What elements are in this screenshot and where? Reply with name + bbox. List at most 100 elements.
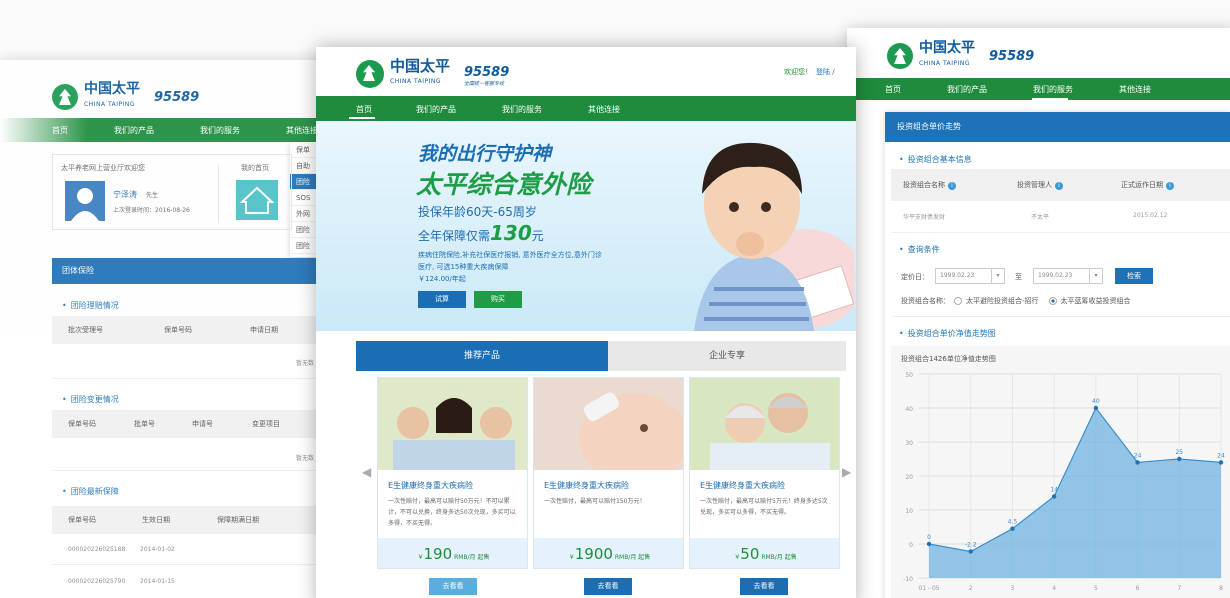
y-tick-label: 40 xyxy=(905,406,913,413)
last-login: 上次登录时间：2016-08-26 xyxy=(113,207,190,214)
nav-services[interactable]: 我们的服务 xyxy=(1033,84,1073,95)
member-portal-page: 中国太平 CHINA TAIPING 95589 首页 我们的产品 我们的服务 其… xyxy=(0,60,350,598)
tab-recommended[interactable]: 推荐产品 xyxy=(356,341,608,371)
col: 正式运作日期 xyxy=(1121,181,1163,189)
login-link[interactable]: 登陆 xyxy=(816,68,830,76)
see-more-button[interactable]: 去看看 xyxy=(429,578,477,595)
product-title: E生健康终身重大疾病险 xyxy=(388,481,474,490)
divider xyxy=(52,564,350,565)
main-nav: 首页 我们的产品 我们的服务 其他连接 xyxy=(316,96,856,121)
y-tick-label: 30 xyxy=(905,440,913,447)
search-button[interactable]: 检索 xyxy=(1115,268,1153,284)
claims-header: 批次受理号 保单号码 申请日期 xyxy=(52,316,350,344)
logo-en: CHINA TAIPING xyxy=(390,78,442,85)
hero-line1: 我的出行守护神 xyxy=(418,143,552,165)
chevron-right-icon[interactable]: ▶ xyxy=(842,465,851,479)
hero-price-line: 全年保障仅需130元 xyxy=(418,221,544,245)
product-card[interactable]: E生健康终身重大疾病险 一次性赔付，最高可以赔付150万元！ ￥1900 RMB… xyxy=(533,377,684,569)
section-bar: 投资组合单价走势 xyxy=(885,112,1230,142)
divider xyxy=(52,470,350,471)
basic-info-header: 投资组合名称 i 投资管理人 i 正式运作日期 i xyxy=(891,169,1230,201)
logo[interactable]: 中国太平 CHINA TAIPING 95589 xyxy=(887,41,1034,71)
changes-header: 保单号码 批单号 申请号 变更项目 xyxy=(52,410,350,438)
cell: 2015.02.12 xyxy=(1133,212,1168,219)
cell: 不太平 xyxy=(1031,214,1050,221)
product-card[interactable]: E生健康终身重大疾病险 一次性赔付，最高可以赔付5万元！终身多达5次兑现，多买可… xyxy=(689,377,840,569)
col: 申请日期 xyxy=(250,326,278,334)
product-title: E生健康终身重大疾病险 xyxy=(544,481,630,490)
active-indicator xyxy=(349,117,375,119)
hotline: 95589 xyxy=(464,65,510,80)
table-row[interactable]: 000020226025188 2014-01-02 xyxy=(52,540,350,562)
query-title: 查询条件 xyxy=(899,244,940,255)
data-label: 24 xyxy=(1217,452,1225,459)
buy-button[interactable]: 购买 xyxy=(474,291,522,308)
date-to-input[interactable]: 1999.02.23 xyxy=(1033,268,1091,284)
radio-opt2[interactable] xyxy=(1048,297,1057,305)
info-icon[interactable]: i xyxy=(1055,182,1063,190)
tab-enterprise[interactable]: 企业专享 xyxy=(608,341,846,371)
y-tick-label: 20 xyxy=(905,474,913,481)
trend-chart: -10 0 10 20 30 40 50 01 - 05 2 3 4 5 6 7 8 0 -2.2 4.5 14 40… xyxy=(903,372,1225,592)
product-price: ￥1900 RMB/月 起售 xyxy=(534,538,683,568)
table-row: 华平支财债发财 不太平 2015.02.12 xyxy=(891,204,1230,228)
info-icon[interactable]: i xyxy=(1166,182,1174,190)
data-point xyxy=(1010,526,1015,531)
logo-en: CHINA TAIPING xyxy=(84,101,136,108)
chevron-down-icon[interactable]: ▾ xyxy=(1089,268,1103,284)
collage: 中国太平 CHINA TAIPING 95589 首页 我们的产品 我们的服务 其… xyxy=(0,0,1230,598)
col: 生效日期 xyxy=(142,516,170,524)
y-tick-label: 0 xyxy=(909,542,913,549)
welcome-bar: 欢迎您！ 登陆 / xyxy=(784,68,835,76)
nav-products[interactable]: 我们的产品 xyxy=(114,125,154,136)
price-value: 50 xyxy=(740,545,760,563)
content-card: 投资组合单价走势 投资组合基本信息 投资组合名称i 投资管理人i 正式运作日期i… xyxy=(885,112,1230,598)
cell: 2014-01-15 xyxy=(140,578,175,585)
info-icon[interactable]: i xyxy=(948,182,956,190)
nav-services[interactable]: 我们的服务 xyxy=(502,104,542,115)
nav-links[interactable]: 其他连接 xyxy=(588,104,620,115)
nav-products[interactable]: 我们的产品 xyxy=(416,104,456,115)
see-more-button[interactable]: 去看看 xyxy=(584,578,632,595)
see-more-button[interactable]: 去看看 xyxy=(740,578,788,595)
desc-text: 疾病住院保险,补充社保医疗报销, 意外医疗全方位,意外门诊医疗, 可选15种重大… xyxy=(418,251,602,271)
product-title: E生健康终身重大疾病险 xyxy=(700,481,786,490)
date-from-input[interactable]: 1999.02.23 xyxy=(935,268,993,284)
nav-services[interactable]: 我们的服务 xyxy=(200,125,240,136)
avatar xyxy=(65,181,105,221)
nav-links[interactable]: 其他连接 xyxy=(1119,84,1151,95)
price-unit: 元 xyxy=(531,229,544,243)
divider xyxy=(891,232,1230,233)
chevron-left-icon[interactable]: ◀ xyxy=(362,465,371,479)
nav-products[interactable]: 我们的产品 xyxy=(947,84,987,95)
chevron-down-icon[interactable]: ▾ xyxy=(991,268,1005,284)
calculate-button[interactable]: 试算 xyxy=(418,291,466,308)
product-card[interactable]: E生健康终身重大疾病险 一次性赔付，最高可以赔付50万元！不可以累计，不可以兑换… xyxy=(377,377,528,569)
name-label: 投资组合名称： xyxy=(901,297,950,305)
nav-home[interactable]: 首页 xyxy=(885,84,901,95)
hero-banner: 我的出行守护神 太平综合意外险 投保年龄60天-65周岁 全年保障仅需130元 … xyxy=(316,121,856,331)
radio-opt1[interactable] xyxy=(954,297,962,305)
user-name[interactable]: 宁泽涛 xyxy=(113,189,137,200)
home-icon[interactable] xyxy=(236,180,278,220)
cell: 2014-01-02 xyxy=(140,546,175,553)
col: 批次受理号 xyxy=(68,326,103,334)
logo[interactable]: 中国太平 CHINA TAIPING 95589 xyxy=(52,82,199,112)
welcome-card: 太平养老网上营业厅欢迎您 宁泽涛 先生 上次登录时间：2016-08-26 我的… xyxy=(52,154,292,230)
hero-title: 太平综合意外险 xyxy=(416,170,592,199)
product-desc: 一次性赔付，最高可以赔付5万元！终身多达5次兑现，多买可以多得，不买无得。 xyxy=(700,498,828,516)
slogan: 全国统一客服专线 xyxy=(464,81,505,87)
x-tick-label: 2 xyxy=(969,585,973,592)
coverage-title: 团险最新保障 xyxy=(62,486,119,497)
logo[interactable]: 中国太平 CHINA TAIPING 95589 全国统一客服专线 xyxy=(356,59,509,89)
hotline: 95589 xyxy=(154,89,200,105)
product-desc: 一次性赔付，最高可以赔付50万元！不可以累计，不可以兑换，终身多达50次兑现，多… xyxy=(388,498,516,527)
user-title: 先生 xyxy=(146,192,159,199)
cell: 000020226025790 xyxy=(68,578,126,585)
nav-home[interactable]: 首页 xyxy=(52,125,68,136)
nav-home[interactable]: 首页 xyxy=(356,104,372,115)
data-point xyxy=(1177,456,1182,462)
nav-links[interactable]: 其他连接 xyxy=(286,125,318,136)
logo-cn: 中国太平 xyxy=(390,57,451,75)
table-row[interactable]: 000020226025790 2014-01-15 xyxy=(52,572,350,594)
